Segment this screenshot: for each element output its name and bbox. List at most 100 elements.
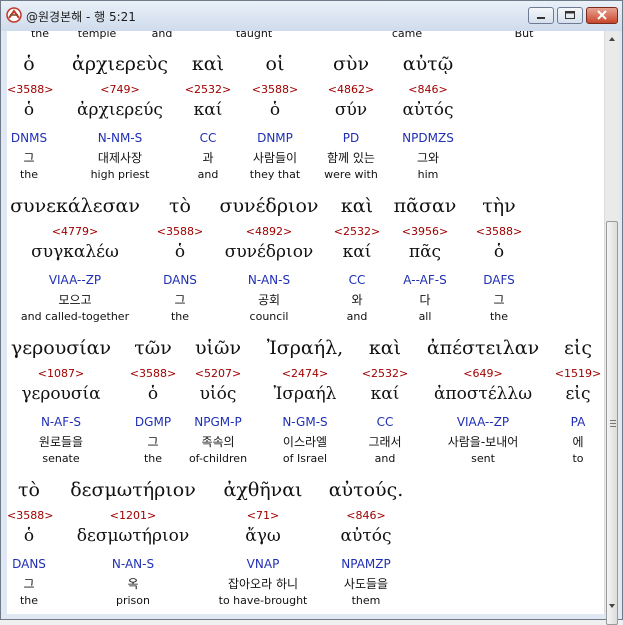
korean-gloss: 옥 bbox=[127, 577, 139, 591]
greek-word[interactable]: αὐτῷ bbox=[391, 53, 465, 75]
scroll-down-arrow-icon bbox=[609, 604, 615, 608]
strong-number[interactable]: <3588> bbox=[125, 367, 181, 380]
lemma: ἀρχιερεύς bbox=[77, 100, 163, 120]
greek-word[interactable]: Ἰσραήλ, bbox=[259, 337, 351, 359]
english-gloss: and called-together bbox=[20, 310, 130, 323]
parsing-code: VNAP bbox=[246, 557, 280, 571]
greek-word[interactable]: αὐτούς. bbox=[319, 479, 413, 501]
minimize-icon bbox=[537, 17, 545, 19]
parsing-code: DAFS bbox=[483, 273, 515, 287]
korean-gloss: 과 bbox=[202, 151, 214, 165]
scroll-down-button[interactable] bbox=[605, 598, 619, 614]
english-gloss: of Israel bbox=[282, 452, 328, 465]
strong-number[interactable]: <4779> bbox=[7, 225, 143, 238]
parsing-code: PA bbox=[570, 415, 586, 429]
greek-word[interactable]: ἀχθῆναι bbox=[207, 479, 319, 501]
strong-number[interactable]: <2532> bbox=[181, 83, 235, 96]
english-gloss: of-children bbox=[188, 452, 248, 465]
parsing-code: VIAA--ZP bbox=[456, 415, 510, 429]
korean-gloss: 원로들을 bbox=[38, 435, 84, 449]
greek-word[interactable]: εἰς bbox=[552, 337, 604, 359]
english-gloss: the bbox=[19, 594, 39, 607]
scroll-up-button[interactable] bbox=[605, 31, 619, 47]
strong-number[interactable]: <3588> bbox=[7, 509, 53, 522]
greek-word[interactable]: πᾶσαν bbox=[389, 195, 461, 217]
korean-gloss: 함께 있는 bbox=[327, 151, 375, 165]
korean-gloss: 공회 bbox=[257, 293, 281, 307]
interlinear-view[interactable]: the temple and taught came But ὁ <3588> … bbox=[7, 31, 604, 614]
lemma: πᾶς bbox=[408, 242, 442, 262]
scrollbar-thumb[interactable] bbox=[606, 221, 618, 625]
strong-number[interactable]: <3956> bbox=[389, 225, 461, 238]
korean-gloss: 그 bbox=[23, 577, 35, 591]
english-gloss: all bbox=[418, 310, 432, 323]
gloss-cell: and bbox=[151, 31, 173, 40]
parsing-code: DNMS bbox=[10, 131, 48, 145]
strong-number[interactable]: <846> bbox=[319, 509, 413, 522]
english-gloss: them bbox=[351, 594, 381, 607]
parsing-code: A--AF-S bbox=[403, 273, 447, 287]
greek-word[interactable]: οἱ bbox=[243, 53, 307, 75]
maximize-button[interactable] bbox=[557, 7, 583, 24]
parsing-code: CC bbox=[376, 415, 394, 429]
strong-number[interactable]: <1519> bbox=[552, 367, 604, 380]
korean-gloss: 그 bbox=[147, 435, 159, 449]
strong-number[interactable]: <649> bbox=[419, 367, 547, 380]
greek-word[interactable]: δεσμωτήριον bbox=[63, 479, 203, 501]
vertical-scrollbar[interactable] bbox=[604, 31, 619, 625]
lemma: ὁ bbox=[23, 100, 35, 120]
parsing-code: CC bbox=[348, 273, 366, 287]
korean-gloss: 그 bbox=[174, 293, 186, 307]
scroll-up-arrow-icon bbox=[609, 37, 615, 41]
strong-number[interactable]: <2532> bbox=[331, 225, 383, 238]
lemma: δεσμωτήριον bbox=[76, 526, 190, 546]
strong-number[interactable]: <2532> bbox=[357, 367, 413, 380]
greek-word[interactable]: καὶ bbox=[181, 53, 235, 75]
parsing-code: N-AF-S bbox=[40, 415, 82, 429]
close-button[interactable] bbox=[586, 7, 618, 24]
greek-word[interactable]: υἱῶν bbox=[187, 337, 249, 359]
strong-number[interactable]: <846> bbox=[391, 83, 465, 96]
strong-number[interactable]: <5207> bbox=[187, 367, 249, 380]
parsing-code: DANS bbox=[12, 557, 46, 571]
greek-word[interactable]: τὸ bbox=[153, 195, 207, 217]
strong-number[interactable]: <4862> bbox=[319, 83, 383, 96]
english-gloss: him bbox=[417, 168, 439, 181]
english-gloss: to have-brought bbox=[218, 594, 308, 607]
minimize-button[interactable] bbox=[528, 7, 554, 24]
greek-word[interactable]: ἀπέστειλαν bbox=[419, 337, 547, 359]
strong-number[interactable]: <1201> bbox=[63, 509, 203, 522]
strong-number[interactable]: <3588> bbox=[153, 225, 207, 238]
greek-word[interactable]: συνεκάλεσαν bbox=[7, 195, 143, 217]
app-window: @원경본해 - 행 5:21 the temple and taught cam… bbox=[0, 0, 623, 625]
korean-gloss: 그래서 bbox=[368, 435, 402, 449]
greek-word[interactable]: ἀρχιερεὺς bbox=[65, 53, 175, 75]
lemma: εἰς bbox=[565, 384, 591, 404]
title-bar[interactable]: @원경본해 - 행 5:21 bbox=[1, 1, 622, 31]
strong-number[interactable]: <4892> bbox=[213, 225, 325, 238]
greek-word[interactable]: καὶ bbox=[357, 337, 413, 359]
strong-number[interactable]: <71> bbox=[207, 509, 319, 522]
greek-word[interactable]: γερουσίαν bbox=[7, 337, 115, 359]
strong-number[interactable]: <3588> bbox=[471, 225, 527, 238]
english-gloss: sent bbox=[471, 452, 495, 465]
korean-gloss: 사람을-보내어 bbox=[447, 435, 519, 449]
grip-line bbox=[610, 423, 616, 424]
korean-gloss: 이스라엘 bbox=[282, 435, 328, 449]
strong-number[interactable]: <749> bbox=[65, 83, 175, 96]
lemma: ὁ bbox=[269, 100, 281, 120]
strong-number[interactable]: <3588> bbox=[7, 83, 53, 96]
english-gloss: the bbox=[489, 310, 509, 323]
greek-word[interactable]: ὁ bbox=[7, 53, 51, 75]
lemma: ὁ bbox=[147, 384, 159, 404]
greek-word[interactable]: τὸ bbox=[7, 479, 51, 501]
greek-word[interactable]: σὺν bbox=[319, 53, 383, 75]
strong-number[interactable]: <3588> bbox=[243, 83, 307, 96]
greek-word[interactable]: καὶ bbox=[331, 195, 383, 217]
strong-number[interactable]: <2474> bbox=[259, 367, 351, 380]
greek-word[interactable]: συνέδριον bbox=[213, 195, 325, 217]
english-gloss: prison bbox=[116, 594, 150, 607]
greek-word[interactable]: τὴν bbox=[471, 195, 527, 217]
strong-number[interactable]: <1087> bbox=[7, 367, 115, 380]
greek-word[interactable]: τῶν bbox=[125, 337, 181, 359]
